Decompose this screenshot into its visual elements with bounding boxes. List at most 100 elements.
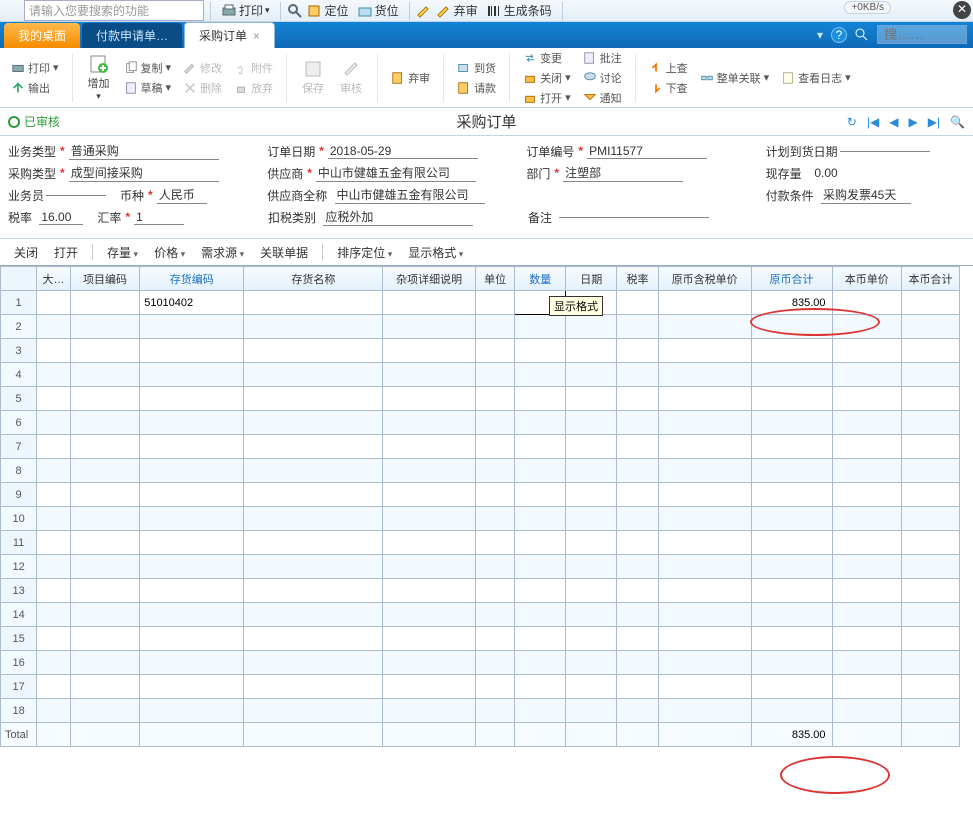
f-supplierfull[interactable]: 中山市健雄五金有限公司 <box>335 186 485 204</box>
global-search[interactable]: 请输入您要搜索的功能 <box>24 0 204 21</box>
f-currency[interactable]: 人民币 <box>157 186 207 204</box>
f-dept[interactable]: 注塑部 <box>563 164 683 182</box>
f-salesman[interactable] <box>46 195 106 196</box>
total-row: Total835.00 <box>1 723 960 747</box>
rb-next[interactable]: 下查 <box>646 79 691 97</box>
close-app-button[interactable]: ✕ <box>953 1 971 19</box>
st-format[interactable]: 显示格式 <box>402 242 469 263</box>
top-locate[interactable]: 定位 <box>303 1 353 20</box>
grid-toolbar: 关闭 打开 存量 价格 需求源 关联单据 排序定位 显示格式 <box>0 239 973 265</box>
st-open[interactable]: 打开 <box>48 242 84 263</box>
rb-attach: 附件 <box>231 59 276 77</box>
st-price[interactable]: 价格 <box>148 242 191 263</box>
rb-draft[interactable]: 草稿 ▾ <box>121 79 175 97</box>
rb-log[interactable]: 查看日志 ▾ <box>778 69 854 87</box>
f-remark[interactable] <box>559 217 709 218</box>
rb-prev[interactable]: 上查 <box>646 59 691 77</box>
rb-delete: 删除 <box>180 79 225 97</box>
help-button[interactable]: ? <box>831 27 847 43</box>
f-exrate[interactable]: 1 <box>134 210 184 225</box>
table-row[interactable]: 5 <box>1 387 960 411</box>
rb-discuss[interactable]: 讨论 <box>580 69 625 87</box>
table-row[interactable]: 16 <box>1 651 960 675</box>
top-reject[interactable]: 弃审 <box>432 1 482 20</box>
zoom-icon[interactable] <box>287 3 303 19</box>
title-bar: 已审核 采购订单 ↻ |◀ ◀ ▶ ▶| 🔍 <box>0 108 973 136</box>
f-taxrate[interactable]: 16.00 <box>39 210 83 225</box>
app-toolbar: 请输入您要搜索的功能 打印 ▾ 定位 货位 弃审 生成条码 <box>0 0 973 22</box>
rb-print[interactable]: 打印 ▾ <box>8 59 62 77</box>
tab-po[interactable]: 采购订单× <box>184 22 275 48</box>
f-orderno[interactable]: PMI11577 <box>587 144 707 159</box>
f-plandate[interactable] <box>840 151 930 152</box>
table-row[interactable]: 15 <box>1 627 960 651</box>
st-sort[interactable]: 排序定位 <box>331 242 398 263</box>
rb-export[interactable]: 输出 <box>8 79 62 97</box>
rb-copy[interactable]: 复制 ▾ <box>121 59 175 77</box>
st-demand[interactable]: 需求源 <box>195 242 250 263</box>
table-row[interactable]: 4 <box>1 363 960 387</box>
table-row[interactable]: 18 <box>1 699 960 723</box>
table-row[interactable]: 17 <box>1 675 960 699</box>
f-stock: 0.00 <box>812 166 902 180</box>
table-row[interactable]: 6 <box>1 411 960 435</box>
top-inventory[interactable]: 货位 <box>353 1 403 20</box>
st-assoc[interactable]: 关联单据 <box>254 242 314 263</box>
search-icon[interactable] <box>855 28 869 42</box>
rb-notify[interactable]: 通知 <box>580 89 625 107</box>
rb-edit: 修改 <box>180 59 225 77</box>
nav-next[interactable]: ▶ <box>908 115 917 129</box>
table-row[interactable]: 12 <box>1 555 960 579</box>
rb-open[interactable]: 打开 ▾ <box>520 89 574 107</box>
nav-first[interactable]: |◀ <box>867 115 879 129</box>
doc-title: 采购订单 <box>456 111 516 132</box>
dropdown-icon[interactable]: ▾ <box>817 28 823 42</box>
rb-change[interactable]: 变更 <box>520 49 574 67</box>
table-row[interactable]: 3 <box>1 339 960 363</box>
top-barcode[interactable]: 生成条码 <box>482 1 556 20</box>
f-proctype[interactable]: 成型间接采购 <box>69 164 219 182</box>
speed-badge: +0KB/s <box>844 1 891 14</box>
close-icon[interactable]: × <box>253 29 260 43</box>
st-close[interactable]: 关闭 <box>8 242 44 263</box>
tab-search[interactable] <box>877 25 967 44</box>
grid[interactable]: 大… 项目编码 存货编码 存货名称 杂项详细说明 单位 数量 日期 税率 原币含… <box>0 265 973 747</box>
rb-add[interactable]: 增加▾ <box>83 51 115 105</box>
form-area: 业务类型*普通采购 订单日期*2018-05-29 订单编号*PMI11577 … <box>0 136 973 239</box>
f-supplier[interactable]: 中山市健雄五金有限公司 <box>316 164 476 182</box>
ribbon: 打印 ▾ 输出 增加▾ 复制 ▾ 草稿 ▾ 修改 删除 附件 放弃 保存 审核 … <box>0 48 973 108</box>
f-payterm[interactable]: 采购发票45天 <box>821 186 911 204</box>
nav-last[interactable]: ▶| <box>928 115 940 129</box>
top-print[interactable]: 打印 ▾ <box>217 1 274 20</box>
table-row[interactable]: 8 <box>1 459 960 483</box>
tab-desktop[interactable]: 我的桌面 <box>4 23 80 48</box>
edit-icon[interactable] <box>416 3 432 19</box>
rb-request[interactable]: 请款 <box>454 79 499 97</box>
rb-audit: 审核 <box>335 56 367 99</box>
rb-save: 保存 <box>297 56 329 99</box>
grid-header: 大… 项目编码 存货编码 存货名称 杂项详细说明 单位 数量 日期 税率 原币含… <box>1 267 960 291</box>
rb-reject[interactable]: 弃审 <box>388 69 433 87</box>
approved-badge: 已审核 <box>8 113 60 130</box>
nav-prev[interactable]: ◀ <box>889 115 898 129</box>
f-biztype[interactable]: 普通采购 <box>69 142 219 160</box>
table-row[interactable]: 7 <box>1 435 960 459</box>
f-orderdate[interactable]: 2018-05-29 <box>328 144 478 159</box>
tooltip: 显示格式 <box>549 296 603 316</box>
rb-assoc[interactable]: 整单关联 ▾ <box>697 69 773 87</box>
st-stock[interactable]: 存量 <box>101 242 144 263</box>
nav-refresh[interactable]: ↻ <box>847 115 857 129</box>
table-row[interactable]: 13 <box>1 579 960 603</box>
table-row[interactable]: 10 <box>1 507 960 531</box>
table-row[interactable]: 14 <box>1 603 960 627</box>
table-row[interactable]: 151010402835.00 <box>1 291 960 315</box>
rb-arrival[interactable]: 到货 <box>454 59 499 77</box>
tab-pay[interactable]: 付款申请单… <box>82 23 182 48</box>
table-row[interactable]: 11 <box>1 531 960 555</box>
rb-close[interactable]: 关闭 ▾ <box>520 69 574 87</box>
nav-zoom[interactable]: 🔍 <box>950 115 965 129</box>
table-row[interactable]: 9 <box>1 483 960 507</box>
f-taxclass[interactable]: 应税外加 <box>323 208 473 226</box>
table-row[interactable]: 2 <box>1 315 960 339</box>
rb-approve[interactable]: 批注 <box>580 49 625 67</box>
